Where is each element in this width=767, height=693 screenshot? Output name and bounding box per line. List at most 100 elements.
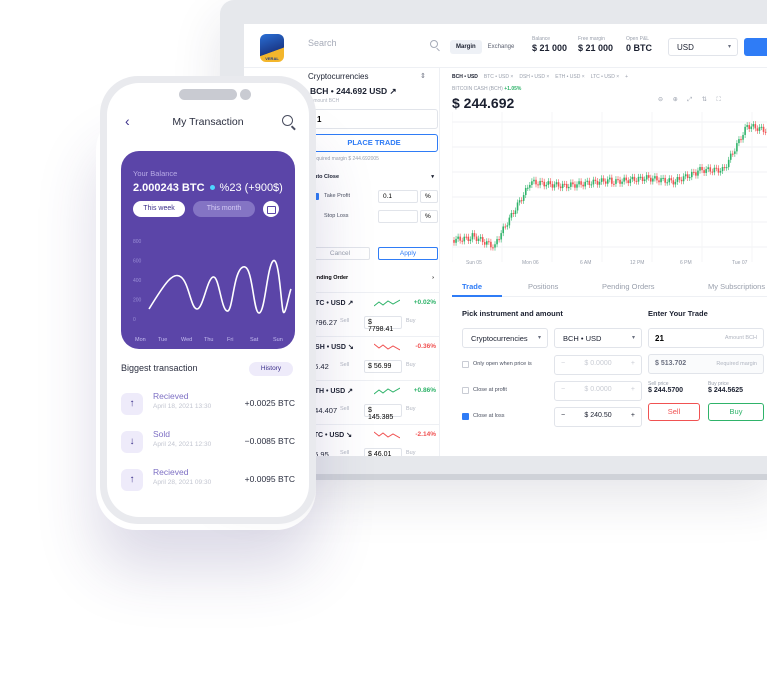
chart-tab-1[interactable]: BTC • USD × [484, 74, 513, 80]
close-profit-stepper[interactable]: − $ 0.0000 + [554, 381, 642, 401]
apply-button[interactable]: Apply [378, 247, 438, 260]
calendar-icon[interactable] [263, 201, 279, 217]
place-trade-button[interactable]: PLACE TRADE [310, 134, 438, 152]
chart-tab-4[interactable]: LTC • USD × [591, 74, 619, 80]
y-tick: 200 [133, 298, 142, 304]
x-day-label: Mon [135, 337, 146, 343]
buy-value[interactable]: $ 46.01 [364, 448, 402, 456]
chart-toolbar[interactable]: ⊖ ⊕ ⤢ ⇅ ⛶ [658, 96, 725, 104]
close-loss-checkbox[interactable] [462, 413, 469, 420]
buy-value[interactable]: $ 145.385 [364, 404, 402, 421]
buy-value[interactable]: $ 7798.41 [364, 316, 402, 333]
sparkline [374, 299, 400, 307]
tab-trade[interactable]: Trade [462, 282, 482, 291]
search-icon[interactable] [282, 115, 293, 126]
market-row-0[interactable]: BTC • USD ↗ +0.02% 7796.27 Sell $ 7798.4… [310, 292, 440, 336]
only-open-checkbox[interactable] [462, 361, 469, 368]
pending-order-toggle[interactable]: Pending Order › [310, 275, 438, 281]
this-week-button[interactable]: This week [133, 201, 185, 217]
search-input[interactable]: Search [308, 38, 438, 56]
candle-body [475, 236, 478, 241]
candle-body [732, 153, 734, 155]
candle-body [559, 186, 562, 189]
amount-input[interactable]: 1 [310, 109, 438, 129]
tab-positions[interactable]: Positions [528, 282, 558, 291]
only-open-stepper[interactable]: − $ 0.0000 + [554, 355, 642, 375]
candle-body [631, 176, 634, 180]
close-loss-stepper[interactable]: − $ 240.50 + [554, 407, 642, 427]
candle-body [453, 240, 455, 243]
candle-body [629, 179, 632, 184]
instrument-type-select[interactable]: Cryptocurrencies [462, 328, 548, 348]
transaction-amount: −0.0085 BTC [244, 436, 295, 446]
chart-instrument: BITCOIN CASH (BCH) +1.05% [452, 86, 522, 92]
candle-body [600, 178, 603, 182]
search-icon[interactable] [430, 40, 438, 48]
arrow-down-icon: ↓ [121, 431, 143, 453]
tab-my-subscriptions[interactable]: My Subscriptions [708, 282, 765, 291]
cancel-button[interactable]: Cancel [310, 247, 370, 260]
candle-body [592, 179, 595, 185]
instrument-select[interactable]: BCH • USD [554, 328, 642, 348]
tab-exchange[interactable]: Exchange [482, 40, 521, 54]
candle-body [721, 167, 724, 172]
sell-label: Sell [340, 450, 350, 456]
sell-price: Sell price $ 244.5700 [648, 381, 684, 394]
stop-loss-unit[interactable]: % [420, 210, 438, 223]
candle-body [545, 184, 548, 187]
candle-body [703, 170, 705, 173]
history-button[interactable]: History [249, 362, 293, 376]
candle-body [539, 180, 541, 186]
candle-body [543, 181, 545, 187]
stop-loss-input[interactable] [378, 210, 418, 223]
chart-tab-2[interactable]: DSH • USD × [519, 74, 549, 80]
sell-button[interactable]: Sell [648, 403, 700, 421]
candle-body [670, 178, 673, 181]
candle-body [580, 181, 582, 185]
transaction-item[interactable]: ↑ Recieved April 28, 2021 09:30 +0.0095 … [121, 465, 295, 497]
chart-tab-3[interactable]: ETH • USD × [555, 74, 584, 80]
candle-body [477, 238, 480, 241]
candle-body [465, 236, 468, 238]
market-row-3[interactable]: LTC • USD ↘ -2.14% 45.95 Sell $ 46.01 Bu… [310, 424, 440, 456]
selected-pair: BCH • 244.692 USD ↗ [310, 86, 397, 96]
candle-body [596, 180, 599, 185]
trade-amount-input[interactable]: 21 Amount BCH [648, 328, 764, 348]
chart-tab-5[interactable]: + [625, 74, 628, 80]
market-row-2[interactable]: ETH • USD ↗ +0.86% 144.407 Sell $ 145.38… [310, 380, 440, 424]
candle-body [664, 177, 666, 183]
candle-body [672, 180, 675, 185]
this-month-button[interactable]: This month [193, 201, 255, 217]
balance-wave-chart: 800 600 400 200 0 Mon Tue Wed Thu Fri Sat Sun [133, 239, 292, 343]
candlestick-chart[interactable] [452, 112, 767, 262]
take-profit-input[interactable]: 0.1 [378, 190, 418, 203]
primary-action-button[interactable] [744, 38, 767, 56]
market-change: +0.02% [413, 299, 436, 306]
market-category-select[interactable]: Cryptocurrencies [308, 72, 427, 81]
market-row-1[interactable]: DSH • USD ↘ -0.36% 56.42 Sell $ 56.99 Bu… [310, 336, 440, 380]
take-profit-unit[interactable]: % [420, 190, 438, 203]
candle-body [693, 171, 695, 173]
candle-body [588, 180, 591, 186]
chart-tab-0[interactable]: BCH • USD [452, 74, 478, 80]
buy-value[interactable]: $ 56.99 [364, 360, 402, 373]
close-profit-checkbox[interactable] [462, 387, 469, 394]
candle-body [691, 171, 693, 178]
candle-body [455, 238, 457, 243]
candle-body [549, 181, 552, 185]
candle-body [711, 171, 714, 173]
transaction-amount: +0.0025 BTC [244, 398, 295, 408]
transaction-item[interactable]: ↓ Sold April 24, 2021 12:30 −0.0085 BTC [121, 427, 295, 459]
candle-body [686, 174, 689, 178]
candle-body [633, 176, 636, 181]
candle-body [457, 236, 459, 239]
currency-select[interactable]: USD [668, 38, 738, 56]
candle-body [680, 179, 683, 182]
tab-margin[interactable]: Margin [450, 40, 482, 54]
candle-body [717, 168, 720, 173]
y-tick: 600 [133, 259, 142, 265]
auto-close-toggle[interactable]: Auto Close ▾ [310, 174, 438, 180]
transaction-item[interactable]: ↑ Recieved April 18, 2021 13:30 +0.0025 … [121, 389, 295, 421]
tab-pending-orders[interactable]: Pending Orders [602, 282, 655, 291]
buy-button[interactable]: Buy [708, 403, 764, 421]
